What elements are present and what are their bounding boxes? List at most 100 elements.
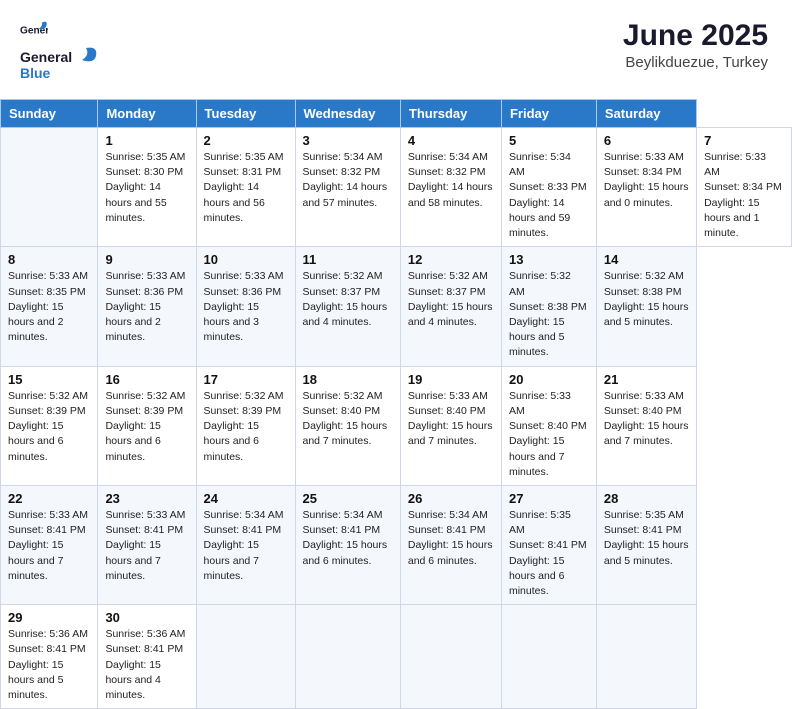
day-info: Sunrise: 5:33 AMSunset: 8:34 PMDaylight:… [604,150,689,211]
day-info: Sunrise: 5:36 AMSunset: 8:41 PMDaylight:… [105,627,188,703]
day-number: 14 [604,252,689,267]
logo: General General Blue [20,18,100,89]
day-number: 6 [604,133,689,148]
day-info: Sunrise: 5:34 AMSunset: 8:32 PMDaylight:… [303,150,393,211]
day-cell: 28 Sunrise: 5:35 AMSunset: 8:41 PMDayligh… [596,485,696,604]
day-number: 2 [204,133,288,148]
day-cell: 20 Sunrise: 5:33 AMSunset: 8:40 PMDayligh… [501,366,596,485]
week-row-4: 22 Sunrise: 5:33 AMSunset: 8:41 PMDayligh… [1,485,792,604]
day-info: Sunrise: 5:33 AMSunset: 8:35 PMDaylight:… [8,269,90,345]
day-info: Sunrise: 5:33 AMSunset: 8:41 PMDaylight:… [8,508,90,584]
day-cell [1,128,98,247]
day-cell [400,605,501,709]
day-cell [196,605,295,709]
day-number: 27 [509,491,589,506]
day-info: Sunrise: 5:35 AMSunset: 8:41 PMDaylight:… [604,508,689,569]
day-cell: 30 Sunrise: 5:36 AMSunset: 8:41 PMDayligh… [98,605,196,709]
day-cell: 4 Sunrise: 5:34 AMSunset: 8:32 PMDaylight… [400,128,501,247]
day-cell: 5Sunrise: 5:34 AMSunset: 8:33 PMDaylight… [501,128,596,247]
day-info: Sunrise: 5:32 AMSunset: 8:37 PMDaylight:… [408,269,494,330]
day-number: 21 [604,372,689,387]
day-number: 10 [204,252,288,267]
weekday-header-monday: Monday [98,100,196,128]
day-cell: 10Sunrise: 5:33 AMSunset: 8:36 PMDayligh… [196,247,295,366]
day-cell: 23 Sunrise: 5:33 AMSunset: 8:41 PMDayligh… [98,485,196,604]
day-info: Sunrise: 5:33 AMSunset: 8:40 PMDaylight:… [604,389,689,450]
day-number: 25 [303,491,393,506]
month-title: June 2025 [623,18,768,54]
day-cell: 26 Sunrise: 5:34 AMSunset: 8:41 PMDayligh… [400,485,501,604]
day-info: Sunrise: 5:34 AMSunset: 8:41 PMDaylight:… [408,508,494,569]
week-row-1: 1 Sunrise: 5:35 AMSunset: 8:30 PMDaylight… [1,128,792,247]
weekday-header-sunday: Sunday [1,100,98,128]
day-number: 23 [105,491,188,506]
day-cell: 27 Sunrise: 5:35 AMSunset: 8:41 PMDayligh… [501,485,596,604]
day-number: 13 [509,252,589,267]
day-info: Sunrise: 5:32 AMSunset: 8:39 PMDaylight:… [105,389,188,465]
day-number: 28 [604,491,689,506]
weekday-header-tuesday: Tuesday [196,100,295,128]
day-cell: 8Sunrise: 5:33 AMSunset: 8:35 PMDaylight… [1,247,98,366]
logo-icon: General [20,18,48,46]
day-number: 26 [408,491,494,506]
day-info: Sunrise: 5:32 AMSunset: 8:39 PMDaylight:… [8,389,90,465]
day-number: 22 [8,491,90,506]
day-number: 12 [408,252,494,267]
day-number: 4 [408,133,494,148]
day-info: Sunrise: 5:34 AMSunset: 8:32 PMDaylight:… [408,150,494,211]
day-cell: 14Sunrise: 5:32 AMSunset: 8:38 PMDayligh… [596,247,696,366]
day-info: Sunrise: 5:33 AMSunset: 8:40 PMDaylight:… [408,389,494,450]
day-number: 7 [704,133,784,148]
weekday-header-saturday: Saturday [596,100,696,128]
day-number: 24 [204,491,288,506]
day-info: Sunrise: 5:32 AMSunset: 8:40 PMDaylight:… [303,389,393,450]
day-number: 1 [105,133,188,148]
day-cell: 16Sunrise: 5:32 AMSunset: 8:39 PMDayligh… [98,366,196,485]
day-number: 11 [303,252,393,267]
day-cell: 13 Sunrise: 5:32 AMSunset: 8:38 PMDayligh… [501,247,596,366]
day-number: 17 [204,372,288,387]
day-info: Sunrise: 5:33 AMSunset: 8:40 PMDaylight:… [509,389,589,480]
title-block: June 2025 Beylikduezue, Turkey [623,18,768,71]
day-cell [295,605,400,709]
calendar-table: SundayMondayTuesdayWednesdayThursdayFrid… [0,99,792,709]
day-cell [596,605,696,709]
page: General General Blue June 2025 Beylikdue… [0,0,792,709]
day-cell: 11 Sunrise: 5:32 AMSunset: 8:37 PMDayligh… [295,247,400,366]
day-cell: 29Sunrise: 5:36 AMSunset: 8:41 PMDayligh… [1,605,98,709]
weekday-header-friday: Friday [501,100,596,128]
day-info: Sunrise: 5:34 AMSunset: 8:33 PMDaylight:… [509,150,589,241]
day-cell: 17 Sunrise: 5:32 AMSunset: 8:39 PMDayligh… [196,366,295,485]
day-cell: 22 Sunrise: 5:33 AMSunset: 8:41 PMDayligh… [1,485,98,604]
day-cell: 15Sunrise: 5:32 AMSunset: 8:39 PMDayligh… [1,366,98,485]
day-info: Sunrise: 5:34 AMSunset: 8:41 PMDaylight:… [204,508,288,584]
day-info: Sunrise: 5:35 AMSunset: 8:31 PMDaylight:… [204,150,288,226]
header: General General Blue June 2025 Beylikdue… [0,0,792,99]
day-info: Sunrise: 5:35 AMSunset: 8:30 PMDaylight:… [105,150,188,226]
day-number: 19 [408,372,494,387]
day-info: Sunrise: 5:34 AMSunset: 8:41 PMDaylight:… [303,508,393,569]
day-info: Sunrise: 5:32 AMSunset: 8:39 PMDaylight:… [204,389,288,465]
day-cell: 12 Sunrise: 5:32 AMSunset: 8:37 PMDayligh… [400,247,501,366]
day-number: 3 [303,133,393,148]
day-info: Sunrise: 5:35 AMSunset: 8:41 PMDaylight:… [509,508,589,599]
location: Beylikduezue, Turkey [623,54,768,71]
day-info: Sunrise: 5:33 AMSunset: 8:34 PMDaylight:… [704,150,784,241]
day-info: Sunrise: 5:33 AMSunset: 8:41 PMDaylight:… [105,508,188,584]
svg-text:General: General [20,49,72,65]
day-cell: 2 Sunrise: 5:35 AMSunset: 8:31 PMDaylight… [196,128,295,247]
day-cell [501,605,596,709]
week-row-2: 8Sunrise: 5:33 AMSunset: 8:35 PMDaylight… [1,247,792,366]
weekday-header-thursday: Thursday [400,100,501,128]
day-cell: 7 Sunrise: 5:33 AMSunset: 8:34 PMDaylight… [697,128,792,247]
weekday-header-row: SundayMondayTuesdayWednesdayThursdayFrid… [1,100,792,128]
day-cell: 24 Sunrise: 5:34 AMSunset: 8:41 PMDayligh… [196,485,295,604]
day-cell: 3 Sunrise: 5:34 AMSunset: 8:32 PMDaylight… [295,128,400,247]
week-row-3: 15Sunrise: 5:32 AMSunset: 8:39 PMDayligh… [1,366,792,485]
day-number: 20 [509,372,589,387]
day-cell: 25 Sunrise: 5:34 AMSunset: 8:41 PMDayligh… [295,485,400,604]
day-info: Sunrise: 5:32 AMSunset: 8:38 PMDaylight:… [509,269,589,360]
day-info: Sunrise: 5:32 AMSunset: 8:37 PMDaylight:… [303,269,393,330]
day-cell: 6 Sunrise: 5:33 AMSunset: 8:34 PMDaylight… [596,128,696,247]
day-number: 30 [105,610,188,625]
